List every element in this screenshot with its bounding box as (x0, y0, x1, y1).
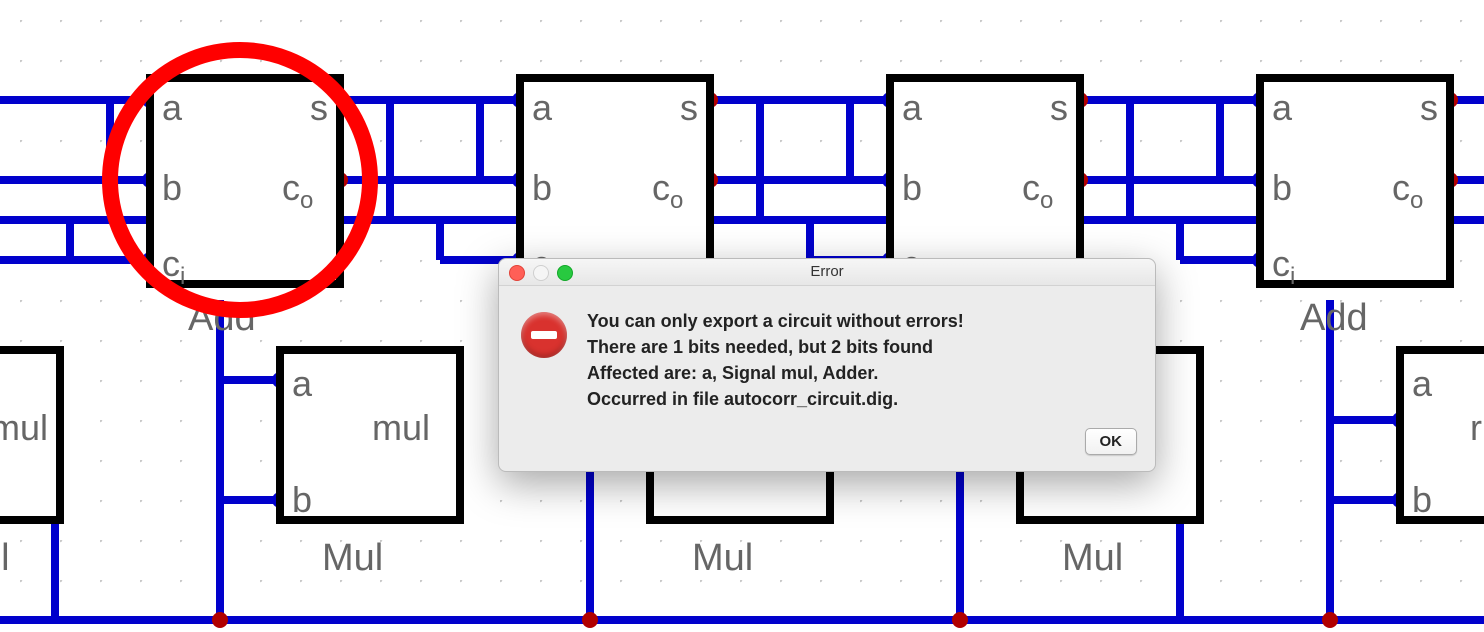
svg-text:b: b (1272, 167, 1292, 208)
minimize-icon (533, 265, 549, 281)
ul-label: ul (0, 537, 10, 579)
svg-text:a: a (292, 363, 313, 404)
mul-label: Mul (1062, 537, 1123, 579)
svg-text:s: s (1420, 87, 1438, 128)
port-b: b (162, 167, 182, 208)
zoom-icon[interactable] (557, 265, 573, 281)
add-label: Add (1300, 297, 1368, 339)
svg-text:mul: mul (372, 407, 430, 448)
dialog-titlebar[interactable]: Error (499, 259, 1155, 286)
svg-text:r: r (1470, 407, 1482, 448)
close-icon[interactable] (509, 265, 525, 281)
dialog-message: You can only export a circuit without er… (587, 308, 964, 412)
svg-text:b: b (1412, 479, 1432, 520)
svg-text:b: b (532, 167, 552, 208)
mul-label: Mul (322, 537, 383, 579)
svg-text:mul: mul (0, 407, 48, 448)
svg-text:a: a (1412, 363, 1433, 404)
svg-text:s: s (680, 87, 698, 128)
svg-text:a: a (532, 87, 553, 128)
svg-text:b: b (902, 167, 922, 208)
port-co: c (282, 167, 300, 208)
port-s: s (310, 87, 328, 128)
error-dialog: Error You can only export a circuit with… (498, 258, 1156, 472)
ok-button[interactable]: OK (1085, 428, 1138, 455)
svg-text:a: a (902, 87, 923, 128)
svg-text:b: b (292, 479, 312, 520)
port-a: a (162, 87, 183, 128)
svg-text:a: a (1272, 87, 1293, 128)
error-icon (521, 312, 567, 358)
mul-label: Mul (692, 537, 753, 579)
svg-text:s: s (1050, 87, 1068, 128)
mul-block[interactable]: a b r (1400, 350, 1484, 520)
dialog-title: Error (810, 263, 843, 280)
